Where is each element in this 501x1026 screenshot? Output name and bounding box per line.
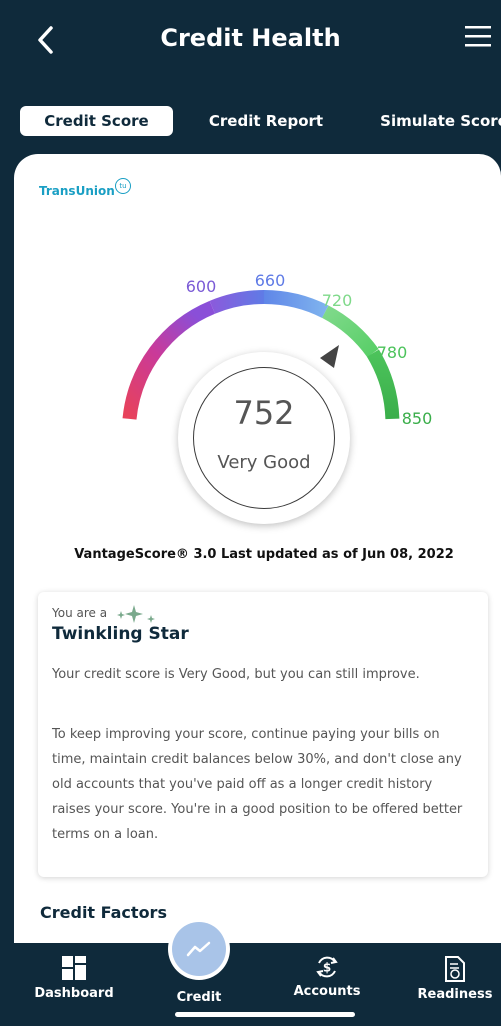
svg-text:$: $ xyxy=(323,961,331,975)
trend-icon xyxy=(186,941,211,957)
nav-credit-label: Credit xyxy=(176,990,222,1005)
insight-summary: Your credit score is Very Good, but you … xyxy=(52,667,420,682)
nav-dashboard[interactable]: Dashboard xyxy=(28,955,120,1001)
tick-720: 720 xyxy=(322,291,353,310)
nav-dashboard-label: Dashboard xyxy=(34,986,114,1001)
nav-accounts-label: Accounts xyxy=(293,984,361,999)
gauge-segment-780 xyxy=(366,349,400,420)
dollar-refresh-icon: $ xyxy=(316,956,338,978)
document-check-icon xyxy=(445,956,465,982)
gauge-segment-600 xyxy=(209,290,265,314)
home-indicator xyxy=(175,1012,355,1017)
insight-card: You are a Twinkling Star Your credit sco… xyxy=(38,592,488,877)
insight-prefix: You are a xyxy=(52,606,108,620)
tick-600: 600 xyxy=(186,277,217,296)
sparkle-icon xyxy=(117,605,155,623)
insight-detail: To keep improving your score, continue p… xyxy=(52,727,463,842)
score-rating: Very Good xyxy=(217,452,311,473)
nav-credit-label-wrap[interactable]: Credit xyxy=(160,990,238,1005)
credit-fab-inner xyxy=(172,922,226,976)
tick-780: 780 xyxy=(377,343,408,362)
nav-readiness[interactable]: Readiness xyxy=(410,955,500,1002)
gauge-pointer-icon xyxy=(320,345,339,368)
score-updated-text: VantageScore® 3.0 Last updated as of Jun… xyxy=(74,547,454,562)
credit-factors-title: Credit Factors xyxy=(40,903,167,922)
nav-credit[interactable] xyxy=(168,918,230,980)
tick-850: 850 xyxy=(402,409,433,428)
nav-readiness-label: Readiness xyxy=(417,987,493,1002)
gauge-segment-720 xyxy=(321,305,379,358)
nav-accounts[interactable]: $ Accounts xyxy=(282,953,372,999)
score-inner-circle: 752 Very Good xyxy=(193,367,335,509)
tick-660: 660 xyxy=(255,271,286,290)
score-display: 752 Very Good xyxy=(178,352,350,524)
dashboard-icon xyxy=(62,956,86,980)
gauge-segment-660 xyxy=(263,289,329,319)
score-value: 752 xyxy=(233,394,295,432)
